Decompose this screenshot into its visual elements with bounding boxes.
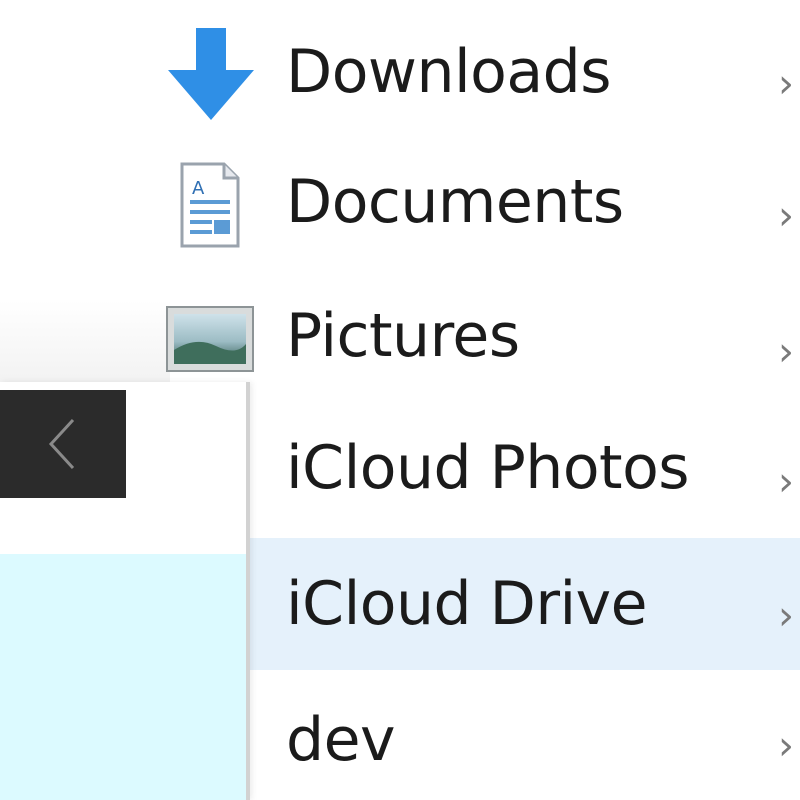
- back-button[interactable]: [0, 390, 126, 498]
- download-arrow-icon: [168, 28, 254, 122]
- chevron-right-icon[interactable]: ›: [778, 726, 800, 766]
- pictures-icon: [166, 306, 254, 372]
- nav-item-label: dev: [286, 705, 396, 775]
- nav-item-label: Downloads: [286, 37, 612, 107]
- nav-item-documents[interactable]: A Documents ›: [0, 140, 800, 272]
- documents-icon: A: [178, 162, 242, 248]
- nav-item-downloads[interactable]: Downloads ›: [0, 6, 800, 138]
- chevron-right-icon[interactable]: ›: [778, 596, 800, 636]
- chevron-left-icon: [43, 414, 83, 474]
- panel-selected-row[interactable]: [0, 554, 246, 800]
- nav-item-label: Documents: [286, 167, 624, 237]
- chevron-right-icon[interactable]: ›: [778, 64, 800, 104]
- nav-item-label: Pictures: [286, 301, 520, 371]
- file-explorer-navigation-pane: Downloads › A Documents › Pictures › iCl…: [0, 0, 800, 800]
- nav-item-label: iCloud Drive: [286, 569, 648, 639]
- svg-text:A: A: [192, 178, 205, 199]
- nav-item-label: iCloud Photos: [286, 433, 690, 503]
- chevron-right-icon[interactable]: ›: [778, 462, 800, 502]
- chevron-right-icon[interactable]: ›: [778, 332, 800, 372]
- chevron-right-icon[interactable]: ›: [778, 196, 800, 236]
